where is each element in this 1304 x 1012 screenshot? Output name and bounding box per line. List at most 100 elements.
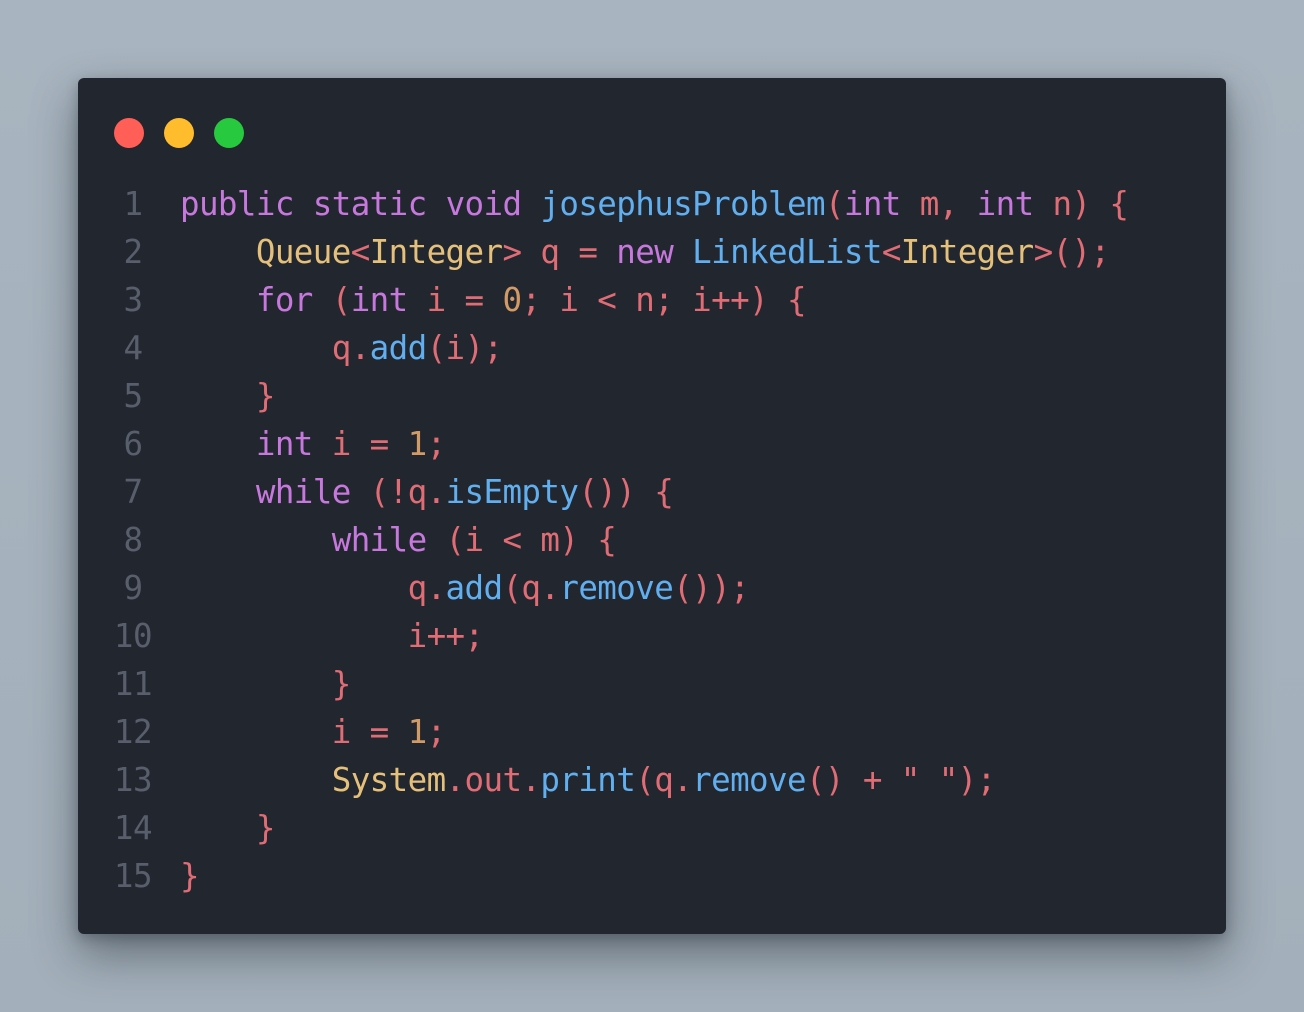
line-number: 14: [113, 809, 153, 847]
code-token: add: [445, 569, 504, 607]
code-token: remove: [559, 569, 674, 607]
code-token: LinkedList: [692, 233, 882, 271]
code-token: > q =: [502, 233, 617, 271]
line-number: 2: [123, 233, 143, 271]
code-line: 8 while (i < m) {: [78, 516, 1226, 564]
line-number: 8: [123, 521, 143, 559]
code-token: () + " ");: [805, 761, 996, 799]
code-token: m,: [900, 185, 977, 223]
code-token: ;: [426, 713, 447, 751]
code-token: josephusProblem: [540, 185, 825, 223]
code-line: 5 }: [78, 372, 1226, 420]
close-button[interactable]: [114, 118, 144, 148]
code-token: (i);: [426, 329, 503, 367]
code-token: Queue: [255, 233, 351, 271]
line-number: 7: [123, 473, 143, 511]
code-token: void: [445, 185, 522, 223]
code-token: ()) {: [578, 473, 674, 511]
line-number: 15: [113, 857, 153, 895]
code-text: }: [180, 804, 276, 852]
code-line: 4 q.add(i);: [78, 324, 1226, 372]
code-token: Integer: [369, 233, 503, 271]
code-token: (!q.: [350, 473, 446, 511]
code-token: int: [350, 281, 409, 319]
code-token: }: [180, 665, 352, 703]
code-line: 11 }: [78, 660, 1226, 708]
code-token: int: [976, 185, 1035, 223]
window-controls: [114, 118, 244, 148]
code-token: remove: [692, 761, 806, 799]
code-token: i =: [180, 713, 408, 751]
code-text: i = 1;: [180, 708, 446, 756]
code-line: 13 System.out.print(q.remove() + " ");: [78, 756, 1226, 804]
line-number: 9: [123, 569, 143, 607]
code-line: 6 int i = 1;: [78, 420, 1226, 468]
code-text: }: [180, 660, 352, 708]
code-token: while: [255, 473, 351, 511]
line-number: 3: [123, 281, 143, 319]
code-token: q.: [180, 569, 447, 607]
code-token: (: [824, 185, 845, 223]
line-number: 13: [113, 761, 153, 799]
code-token: }: [180, 377, 276, 415]
code-text: i++;: [180, 612, 484, 660]
maximize-button[interactable]: [214, 118, 244, 148]
code-window: 1 public static void josephusProblem(int …: [78, 78, 1226, 934]
code-token: (i < m) {: [426, 521, 617, 559]
code-line: 15}: [78, 852, 1226, 900]
code-token: ());: [673, 569, 750, 607]
code-token: ; i < n; i++) {: [521, 281, 806, 319]
code-token: new: [616, 233, 674, 271]
code-token: print: [540, 761, 636, 799]
code-text: public static void josephusProblem(int m…: [180, 180, 1129, 228]
code-line: 7 while (!q.isEmpty()) {: [78, 468, 1226, 516]
code-line: 12 i = 1;: [78, 708, 1226, 756]
code-token: System: [331, 761, 446, 799]
code-token: <: [881, 233, 902, 271]
code-token: i =: [407, 281, 503, 319]
code-text: while (!q.isEmpty()) {: [180, 468, 674, 516]
code-line: 14 }: [78, 804, 1226, 852]
code-token: i++;: [180, 617, 484, 655]
minimize-button[interactable]: [164, 118, 194, 148]
code-text: int i = 1;: [180, 420, 446, 468]
code-token: while: [331, 521, 427, 559]
code-line: 2 Queue<Integer> q = new LinkedList<Inte…: [78, 228, 1226, 276]
code-token: 0: [502, 281, 522, 319]
line-number: 5: [123, 377, 143, 415]
code-token: .out.: [445, 761, 541, 799]
code-line: 1 public static void josephusProblem(int …: [78, 180, 1226, 228]
code-token: isEmpty: [445, 473, 579, 511]
code-text: }: [180, 372, 276, 420]
code-token: <: [350, 233, 371, 271]
code-token: (: [312, 281, 352, 319]
code-token: Integer: [900, 233, 1034, 271]
line-number: 6: [123, 425, 143, 463]
code-token: q.: [180, 329, 371, 367]
line-number: 12: [113, 713, 153, 751]
code-token: int: [843, 185, 902, 223]
code-token: }: [180, 809, 276, 847]
code-token: int: [255, 425, 314, 463]
line-number: 11: [113, 665, 153, 703]
code-token: 1: [407, 425, 428, 463]
line-number: 10: [113, 617, 153, 655]
code-line: 9 q.add(q.remove());: [78, 564, 1226, 612]
code-line: 3 for (int i = 0; i < n; i++) {: [78, 276, 1226, 324]
code-token: (q.: [635, 761, 693, 799]
code-token: i =: [312, 425, 408, 463]
code-token: (q.: [502, 569, 560, 607]
code-token: >();: [1033, 233, 1110, 271]
code-token: 1: [407, 713, 428, 751]
code-token: public: [180, 185, 294, 223]
